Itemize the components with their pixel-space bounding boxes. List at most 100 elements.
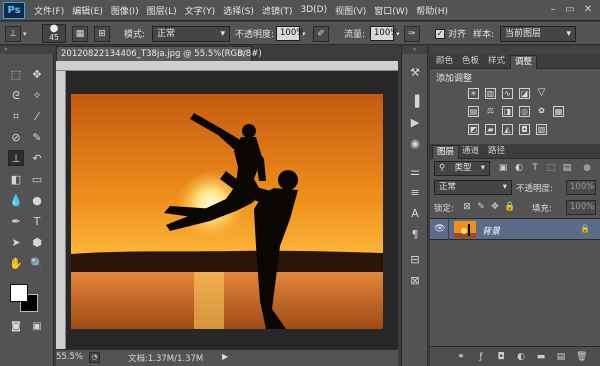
blur-tool-icon[interactable]: 💧 xyxy=(8,192,24,208)
lock-all-icon[interactable]: 🔒 xyxy=(504,202,515,212)
new-adjustment-layer-icon[interactable]: ◐ xyxy=(516,352,526,362)
menu-file[interactable]: 文件(F) xyxy=(34,4,64,17)
character-panel-icon[interactable]: A xyxy=(407,205,423,221)
opacity-field[interactable]: 100% ▾ xyxy=(276,25,306,42)
posterize-icon[interactable]: ▰ xyxy=(485,124,496,135)
brush-settings-icon[interactable]: ⚌ xyxy=(407,163,423,179)
mode-select[interactable]: 正常 ▾ xyxy=(152,25,230,42)
eye-visibility-icon[interactable]: 👁 xyxy=(434,224,445,234)
tab-swatches[interactable]: 色板 xyxy=(458,55,483,69)
path-selection-tool-icon[interactable]: ➤ xyxy=(8,234,24,250)
layer-name[interactable]: 背景 xyxy=(482,224,500,237)
new-group-icon[interactable]: ▬ xyxy=(536,352,546,362)
filter-toggle-icon[interactable]: ● xyxy=(582,163,592,173)
history-panel-icon[interactable]: ⚒ xyxy=(407,64,423,80)
history-brush-tool-icon[interactable]: ↶ xyxy=(29,150,45,166)
color-lookup-icon[interactable]: ▦ xyxy=(553,106,564,117)
dodge-tool-icon[interactable]: ● xyxy=(29,192,45,208)
tools-panel-grip[interactable]: » xyxy=(0,46,54,54)
actions-panel-icon[interactable]: ▐ xyxy=(407,93,423,109)
lock-transparent-icon[interactable]: ⊠ xyxy=(462,202,472,212)
type-tool-icon[interactable]: T xyxy=(29,213,45,229)
flow-field[interactable]: 100% ▾ xyxy=(370,25,400,42)
healing-brush-tool-icon[interactable]: ⊘ xyxy=(8,129,24,145)
layer-row[interactable]: 👁 背景 🔒 xyxy=(430,218,600,241)
pressure-opacity-toggle[interactable]: ✐ xyxy=(313,25,329,42)
status-info-icon[interactable]: ◔ xyxy=(89,352,100,363)
document-tab[interactable]: 20120822134406_T38ja.jpg @ 55.5%(RGB/8#)… xyxy=(56,46,262,61)
tab-adjustments[interactable]: 调整 xyxy=(510,55,538,69)
screen-mode-icon[interactable]: ▣ xyxy=(29,319,45,335)
link-layers-icon[interactable]: ⚭ xyxy=(456,352,466,362)
shape-tool-icon[interactable]: ⬢ xyxy=(29,234,45,250)
move-tool-icon[interactable]: ✥ xyxy=(29,66,45,82)
dock-grip[interactable]: « xyxy=(402,46,427,54)
marquee-tool-icon[interactable]: ⬚ xyxy=(8,66,24,82)
menu-image[interactable]: 图像(I) xyxy=(111,4,139,17)
menu-view[interactable]: 视图(V) xyxy=(335,4,366,17)
canvas-area[interactable] xyxy=(66,71,398,349)
pen-tool-icon[interactable]: ✒ xyxy=(8,213,24,229)
hand-tool-icon[interactable]: ✋ xyxy=(8,255,24,271)
color-balance-icon[interactable]: ⚖ xyxy=(485,106,496,117)
layer-opacity-value[interactable]: 100% xyxy=(566,180,596,195)
document-image[interactable] xyxy=(66,71,398,349)
tab-layers[interactable]: 图层 xyxy=(432,145,460,159)
sample-select[interactable]: 当前图层 ▾ xyxy=(500,25,576,42)
layer-style-icon[interactable]: ƒ xyxy=(476,352,486,362)
hue-saturation-icon[interactable]: ▤ xyxy=(468,106,479,117)
eyedropper-tool-icon[interactable]: ⁄ xyxy=(29,108,45,124)
status-menu-arrow-icon[interactable]: ▶ xyxy=(222,352,228,361)
channel-mixer-icon[interactable]: ✿ xyxy=(536,106,547,117)
menu-3d[interactable]: 3D(D) xyxy=(300,5,327,15)
info-panel-icon[interactable]: ◉ xyxy=(407,135,423,151)
blend-mode-select[interactable]: 正常 ▾ xyxy=(434,180,512,195)
close-icon[interactable]: × xyxy=(238,47,245,61)
menu-filter[interactable]: 滤镜(T) xyxy=(262,4,293,17)
photo-filter-icon[interactable]: ◎ xyxy=(519,106,530,117)
lock-pixels-icon[interactable]: ✎ xyxy=(476,202,486,212)
menu-window[interactable]: 窗口(W) xyxy=(374,4,408,17)
fill-value[interactable]: 100% xyxy=(566,200,596,215)
timeline-panel-icon[interactable]: ⊠ xyxy=(407,272,423,288)
gradient-map-icon[interactable]: ▧ xyxy=(536,124,547,135)
paragraph-panel-icon[interactable]: ≡ xyxy=(407,184,423,200)
black-white-icon[interactable]: ◨ xyxy=(502,106,513,117)
zoom-tool-icon[interactable]: 🔍 xyxy=(29,255,45,271)
menu-type[interactable]: 文字(Y) xyxy=(185,4,216,17)
curves-icon[interactable]: ∿ xyxy=(502,88,513,99)
new-layer-icon[interactable]: ▤ xyxy=(556,352,566,362)
threshold-icon[interactable]: ◭ xyxy=(502,124,513,135)
magic-wand-tool-icon[interactable]: ✧ xyxy=(29,87,45,103)
lasso-tool-icon[interactable]: ᘓ xyxy=(8,87,24,103)
paragraph-mark-icon[interactable]: ¶ xyxy=(407,226,423,242)
aligned-checkbox[interactable]: ✓ 对齐 xyxy=(435,25,466,42)
invert-icon[interactable]: ◩ xyxy=(468,124,479,135)
gradient-tool-icon[interactable]: ▭ xyxy=(29,171,45,187)
tab-channels[interactable]: 通道 xyxy=(458,145,483,159)
tab-paths[interactable]: 路径 xyxy=(484,145,509,159)
filter-type-icon[interactable]: T xyxy=(530,163,540,173)
lock-position-icon[interactable]: ✥ xyxy=(490,202,500,212)
quick-mask-icon[interactable]: ◙ xyxy=(8,319,24,335)
add-mask-icon[interactable]: ◘ xyxy=(496,352,506,362)
tab-styles[interactable]: 样式 xyxy=(484,55,509,69)
foreground-color-swatch[interactable] xyxy=(10,284,28,302)
eraser-tool-icon[interactable]: ◧ xyxy=(8,171,24,187)
menu-edit[interactable]: 编辑(E) xyxy=(72,4,103,17)
airbrush-toggle[interactable]: ✑ xyxy=(404,25,420,42)
delete-layer-icon[interactable]: 🗑 xyxy=(576,352,587,362)
menu-layer[interactable]: 图层(L) xyxy=(147,4,177,17)
brush-tool-icon[interactable]: ✎ xyxy=(29,129,45,145)
brush-preset-picker[interactable]: ● 45 xyxy=(42,24,66,43)
layer-filter-select[interactable]: ⚲ 类型 ▾ xyxy=(434,161,490,176)
play-actions-icon[interactable]: ▶ xyxy=(407,114,423,130)
filter-shape-icon[interactable]: ⬚ xyxy=(546,163,556,173)
levels-icon[interactable]: ▥ xyxy=(485,88,496,99)
close-window-button[interactable]: ✕ xyxy=(581,3,595,16)
properties-panel-icon[interactable]: ⊟ xyxy=(407,251,423,267)
clone-stamp-tool-icon[interactable]: ⊥ xyxy=(8,150,24,166)
filter-adjustment-icon[interactable]: ◐ xyxy=(514,163,524,173)
vibrance-icon[interactable]: ▽ xyxy=(536,88,547,99)
exposure-icon[interactable]: ◪ xyxy=(519,88,530,99)
